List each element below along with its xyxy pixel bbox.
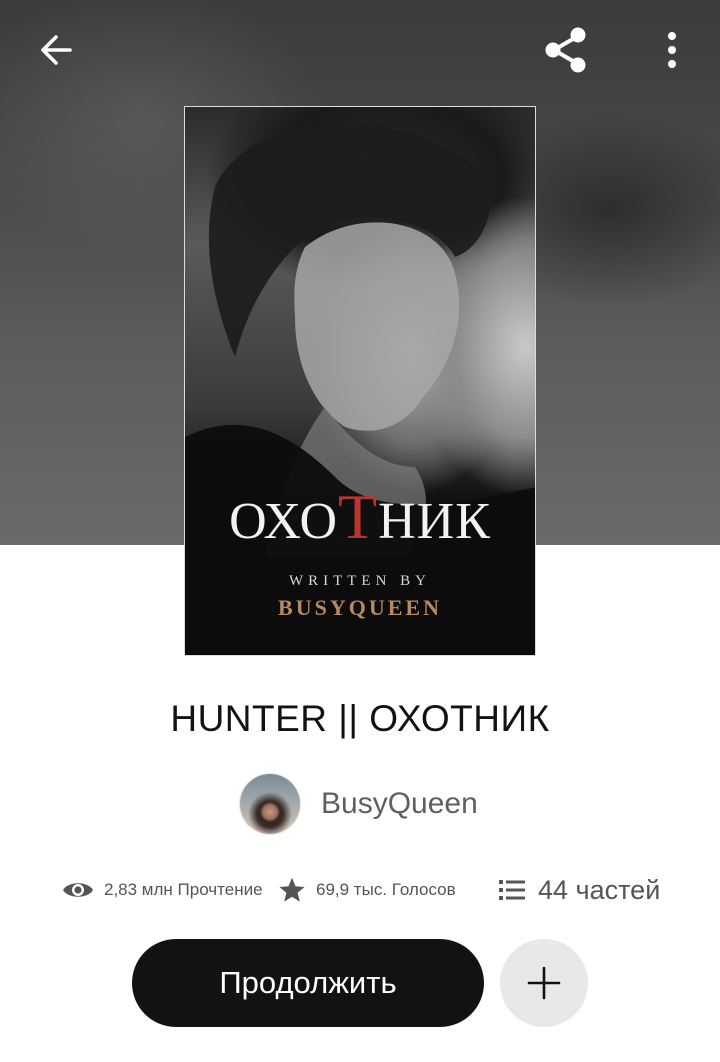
add-to-library-button[interactable] bbox=[500, 939, 588, 1027]
book-cover[interactable]: ОХОТНИК WRITTEN BY BUSYQUEEN bbox=[184, 106, 536, 656]
votes-stat: 69,9 тыс. Голосов bbox=[278, 870, 456, 910]
star-icon bbox=[279, 877, 305, 902]
reads-count: 2,83 млн Прочтение bbox=[104, 880, 263, 899]
parts-count[interactable]: 44 частей bbox=[538, 875, 660, 906]
more-vertical-icon bbox=[668, 32, 676, 68]
author-profile-link[interactable]: BusyQueen bbox=[240, 774, 478, 834]
votes-count: 69,9 тыс. Голосов bbox=[316, 880, 456, 899]
avatar[interactable] bbox=[240, 774, 300, 834]
author-name[interactable]: BusyQueen bbox=[321, 787, 478, 821]
eye-icon bbox=[63, 883, 93, 897]
cover-title: ОХОТНИК bbox=[229, 481, 491, 552]
back-button[interactable] bbox=[28, 22, 84, 78]
cover-author: BUSYQUEEN bbox=[278, 595, 442, 620]
story-stats: 2,83 млн Прочтение 69,9 тыс. Голосов 44 … bbox=[62, 870, 682, 910]
arrow-left-icon bbox=[41, 35, 72, 65]
list-icon bbox=[499, 880, 525, 900]
cover-written-by: WRITTEN BY bbox=[288, 573, 432, 589]
share-icon bbox=[545, 27, 586, 73]
parts-stat[interactable]: 44 частей bbox=[498, 870, 660, 910]
share-button[interactable] bbox=[538, 22, 594, 78]
reads-stat: 2,83 млн Прочтение bbox=[62, 870, 263, 910]
more-options-button[interactable] bbox=[644, 22, 700, 78]
story-title: HUNTER || ОХОТНИК bbox=[170, 698, 550, 739]
continue-reading-button[interactable]: Продолжить bbox=[132, 939, 484, 1027]
plus-icon bbox=[527, 966, 561, 1000]
